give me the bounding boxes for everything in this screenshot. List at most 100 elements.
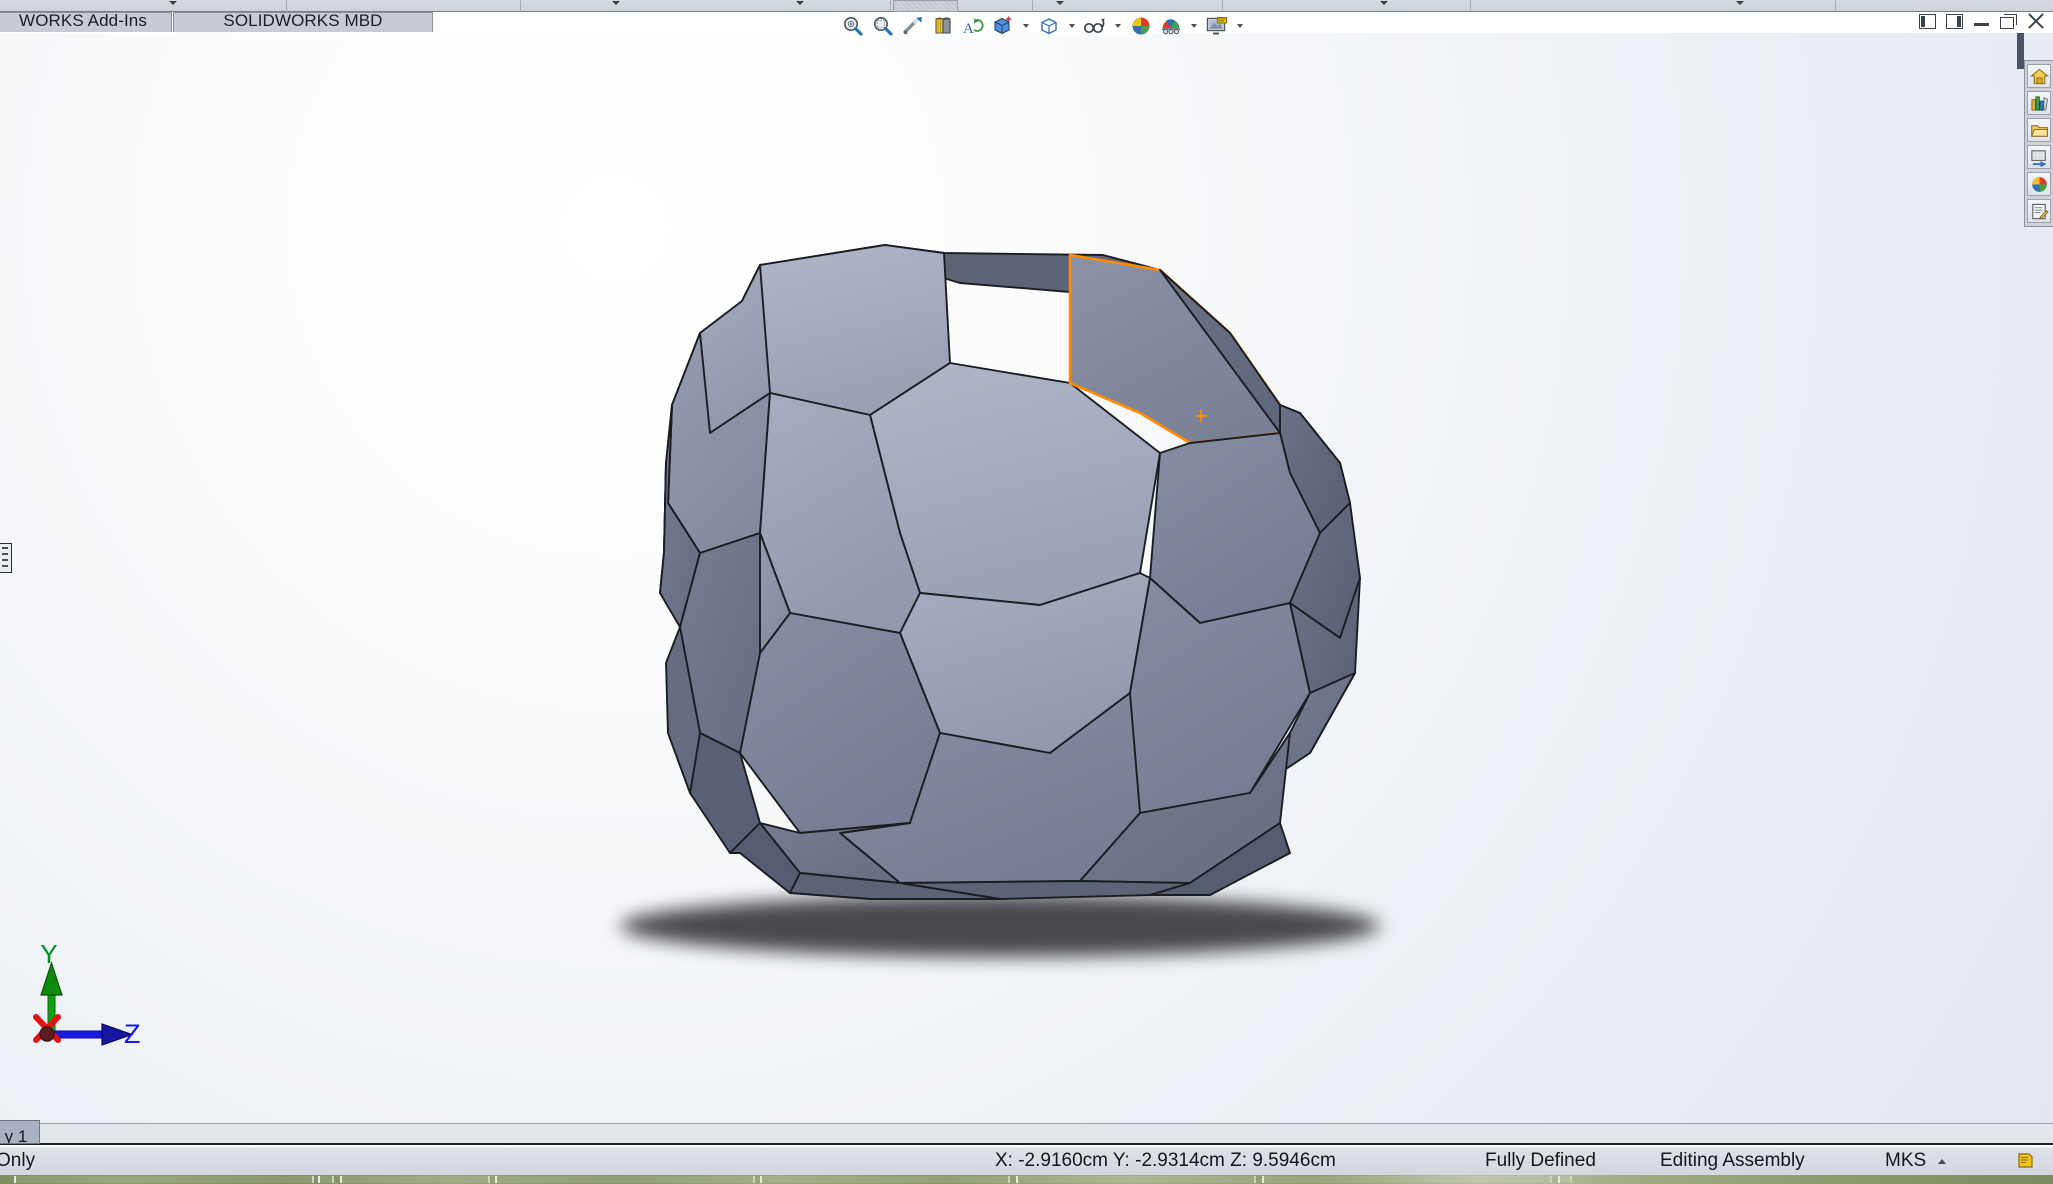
appearances-icon: [2031, 176, 2047, 192]
triad-z-label: Z: [124, 1019, 141, 1049]
task-pane-item-custom-properties[interactable]: [2027, 199, 2051, 223]
panel-left-icon[interactable]: [1919, 14, 1936, 29]
tab-solidworks-mbd[interactable]: SOLIDWORKS MBD: [173, 12, 433, 32]
edit-appearance-icon: [1132, 17, 1150, 34]
window-controls: [1919, 14, 2045, 29]
apply-scene-button[interactable]: [1158, 13, 1184, 38]
task-pane-item-view-palette[interactable]: [2027, 145, 2051, 169]
section-view-icon: [935, 17, 951, 34]
status-units-label: MKS: [1885, 1150, 1927, 1171]
ribbon-dropdown-caret[interactable]: [1736, 1, 1744, 5]
desktop-taskbar-sliver: [0, 1175, 2053, 1184]
heads-up-view-toolbar: A: [840, 13, 1246, 38]
document-tab[interactable]: y 1: [0, 1120, 40, 1144]
taskbar-item: [14, 1176, 314, 1183]
zoom-to-fit-icon: [844, 16, 863, 36]
edit-appearance-button[interactable]: [1128, 13, 1154, 38]
triad-y-label: Y: [40, 945, 58, 969]
task-pane-rail: [2024, 60, 2053, 227]
home-icon: [2029, 68, 2049, 84]
view-orientation-button[interactable]: A: [960, 13, 986, 38]
taskbar-item: [340, 1176, 490, 1183]
document-tab-label: y 1: [4, 1127, 28, 1144]
ribbon-disabled-button: [893, 0, 958, 12]
status-read-only: Only: [0, 1147, 45, 1175]
apply-scene-icon: [1162, 18, 1180, 34]
view-settings-monitor-icon: [1206, 16, 1228, 34]
view-settings-glasses-button[interactable]: [1082, 13, 1108, 38]
apply-scene-caret[interactable]: [1188, 13, 1200, 38]
section-view-button[interactable]: [930, 13, 956, 38]
taskbar-item: [1558, 1176, 1572, 1183]
status-units[interactable]: MKS: [1875, 1147, 1956, 1175]
taskbar-item: [495, 1176, 755, 1183]
view-settings-monitor-button[interactable]: [1204, 13, 1230, 38]
ribbon-separator: [890, 0, 891, 12]
ribbon-dropdown-caret[interactable]: [796, 1, 804, 5]
ribbon-dropdown-caret[interactable]: [1380, 1, 1388, 5]
zoom-to-area-button[interactable]: [870, 13, 896, 38]
view-orientation-icon: A: [963, 17, 984, 37]
view-settings-icon: [1083, 17, 1105, 33]
graphics-area[interactable]: Y Z: [0, 33, 2053, 1123]
display-style-icon: [994, 16, 1011, 34]
task-pane-item-design-library[interactable]: [2027, 91, 2051, 115]
restore-icon[interactable]: [2000, 14, 2017, 29]
task-pane-item-appearances[interactable]: [2027, 172, 2051, 196]
view-settings-monitor-caret[interactable]: [1234, 13, 1246, 38]
zoom-to-area-icon: [874, 16, 893, 36]
minimize-icon[interactable]: [1973, 14, 1990, 29]
design-library-icon: [2030, 95, 2048, 111]
status-defined-state-label: Fully Defined: [1485, 1150, 1596, 1171]
taskbar-item: [1016, 1176, 1256, 1183]
axis-triad: Y Z: [28, 939, 168, 1065]
triad-z-axis: [51, 1023, 134, 1046]
status-bar: Only X: -2.9160cm Y: -2.9314cm Z: 9.5946…: [0, 1147, 2053, 1175]
tab-label: SOLIDWORKS MBD: [223, 12, 383, 30]
task-pane-item-resources[interactable]: [2027, 64, 2051, 88]
display-style-button[interactable]: [990, 13, 1016, 38]
taskbar-item: [318, 1176, 334, 1183]
hide-show-items-caret[interactable]: [1066, 13, 1078, 38]
task-pane-edge: [2017, 33, 2024, 69]
previous-view-icon: [903, 16, 923, 34]
ribbon-separator: [520, 0, 521, 12]
tab-label: WORKS Add-Ins: [19, 12, 147, 30]
ribbon-dropdown-caret[interactable]: [612, 1, 620, 5]
ribbon-separator: [1032, 0, 1033, 12]
status-edit-mode-label: Editing Assembly: [1660, 1150, 1805, 1171]
ribbon-separator: [1470, 0, 1471, 12]
view-settings-caret[interactable]: [1112, 13, 1124, 38]
svg-text:A: A: [963, 21, 974, 37]
previous-view-button[interactable]: [900, 13, 926, 38]
truncated-icosahedron-model[interactable]: [0, 33, 2053, 1123]
hide-show-items-button[interactable]: [1036, 13, 1062, 38]
solidworks-window: WORKS Add-Ins SOLIDWORKS MBD A Y Z y 1 O…: [0, 0, 2053, 1184]
document-tab-strip: y 1: [0, 1120, 2053, 1145]
ribbon-separator: [1222, 0, 1223, 12]
display-style-caret[interactable]: [1020, 13, 1032, 38]
tab-solidworks-addins[interactable]: WORKS Add-Ins: [0, 12, 172, 32]
status-coordinates: X: -2.9160cm Y: -2.9314cm Z: 9.5946cm: [985, 1147, 1346, 1175]
ribbon-separator: [286, 0, 287, 12]
close-icon[interactable]: [2027, 14, 2045, 29]
hide-show-items-icon: [1041, 17, 1057, 34]
status-edit-mode: Editing Assembly: [1650, 1147, 1815, 1175]
task-pane-item-file-explorer[interactable]: [2027, 118, 2051, 142]
status-defined-state: Fully Defined: [1475, 1147, 1606, 1175]
folder-icon: [2030, 124, 2048, 137]
taskbar-item: [760, 1176, 1010, 1183]
ribbon-dropdown-caret[interactable]: [1056, 1, 1064, 5]
ribbon-dropdown-caret[interactable]: [169, 1, 177, 5]
status-note[interactable]: [2005, 1147, 2045, 1175]
view-palette-icon: [2030, 149, 2047, 167]
panel-right-icon[interactable]: [1946, 14, 1963, 29]
ribbon-separator: [1835, 0, 1836, 12]
status-coordinates-label: X: -2.9160cm Y: -2.9314cm Z: 9.5946cm: [995, 1150, 1336, 1171]
status-read-only-label: Only: [0, 1150, 36, 1171]
zoom-to-fit-button[interactable]: [840, 13, 866, 38]
taskbar-item: [1262, 1176, 1552, 1183]
units-caret-icon[interactable]: [1938, 1158, 1947, 1164]
custom-properties-icon: [2031, 203, 2049, 219]
note-icon: [2018, 1153, 2033, 1168]
